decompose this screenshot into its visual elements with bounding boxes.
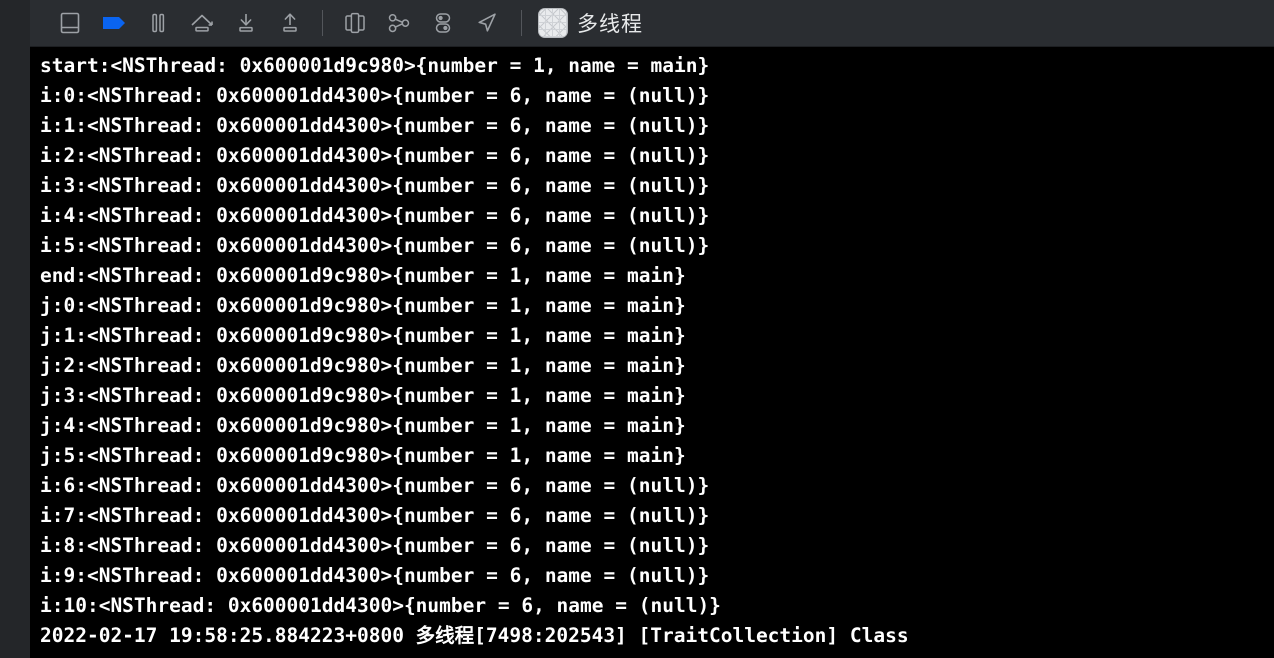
continue-button[interactable]	[92, 5, 136, 41]
step-into-icon	[239, 14, 253, 32]
pause-button[interactable]	[136, 5, 180, 41]
toggle-debug-area-button[interactable]	[48, 5, 92, 41]
console-output[interactable]: start:<NSThread: 0x600001d9c980>{number …	[30, 47, 1274, 658]
console-line: 2022-02-17 19:58:25.884223+0800 多线程[7498…	[40, 624, 909, 647]
console-line: i:4:<NSThread: 0x600001dd4300>{number = …	[40, 204, 710, 227]
step-out-icon	[283, 13, 297, 32]
console-line: start:<NSThread: 0x600001d9c980>{number …	[40, 54, 710, 77]
console-line: i:8:<NSThread: 0x600001dd4300>{number = …	[40, 534, 710, 557]
memory-graph-icon	[388, 13, 410, 33]
debug-toolbar: 多线程	[30, 0, 1274, 47]
console-line: i:0:<NSThread: 0x600001dd4300>{number = …	[40, 84, 710, 107]
console-line: i:10:<NSThread: 0x600001dd4300>{number =…	[40, 594, 721, 617]
toolbar-separator-2	[521, 10, 522, 36]
pause-icon	[152, 13, 165, 33]
environment-overrides-icon	[435, 13, 451, 33]
scheme-chip[interactable]: 多线程	[538, 8, 643, 38]
continue-play-icon	[103, 17, 125, 29]
console-line: i:1:<NSThread: 0x600001dd4300>{number = …	[40, 114, 710, 137]
console-line: j:5:<NSThread: 0x600001d9c980>{number = …	[40, 444, 686, 467]
window-title: 多线程	[577, 12, 643, 36]
view-debugging-button[interactable]	[333, 5, 377, 41]
step-out-button[interactable]	[268, 5, 312, 41]
console-line: i:6:<NSThread: 0x600001dd4300>{number = …	[40, 474, 710, 497]
console-line: j:4:<NSThread: 0x600001d9c980>{number = …	[40, 414, 686, 437]
environment-overrides-button[interactable]	[421, 5, 465, 41]
console-line: j:2:<NSThread: 0x600001d9c980>{number = …	[40, 354, 686, 377]
view-debug-icon	[345, 12, 365, 34]
console-line: i:2:<NSThread: 0x600001dd4300>{number = …	[40, 144, 710, 167]
memory-graph-button[interactable]	[377, 5, 421, 41]
console-line: j:1:<NSThread: 0x600001d9c980>{number = …	[40, 324, 686, 347]
panel-bottom-icon	[60, 12, 80, 34]
step-over-icon	[191, 14, 213, 32]
location-arrow-icon	[478, 13, 496, 32]
console-line: i:5:<NSThread: 0x600001dd4300>{number = …	[40, 234, 710, 257]
console-line: end:<NSThread: 0x600001d9c980>{number = …	[40, 264, 686, 287]
console-line: i:9:<NSThread: 0x600001dd4300>{number = …	[40, 564, 710, 587]
simulate-location-button[interactable]	[465, 5, 509, 41]
console-line: j:0:<NSThread: 0x600001d9c980>{number = …	[40, 294, 686, 317]
step-over-button[interactable]	[180, 5, 224, 41]
console-line: i:7:<NSThread: 0x600001dd4300>{number = …	[40, 504, 710, 527]
xcode-debug-window: 多线程 start:<NSThread: 0x600001d9c980>{num…	[0, 0, 1274, 658]
console-line: i:3:<NSThread: 0x600001dd4300>{number = …	[40, 174, 710, 197]
toolbar-separator-1	[322, 10, 323, 36]
console-line: j:3:<NSThread: 0x600001d9c980>{number = …	[40, 384, 686, 407]
grid-app-icon	[538, 8, 568, 38]
left-gutter	[0, 0, 30, 658]
step-into-button[interactable]	[224, 5, 268, 41]
